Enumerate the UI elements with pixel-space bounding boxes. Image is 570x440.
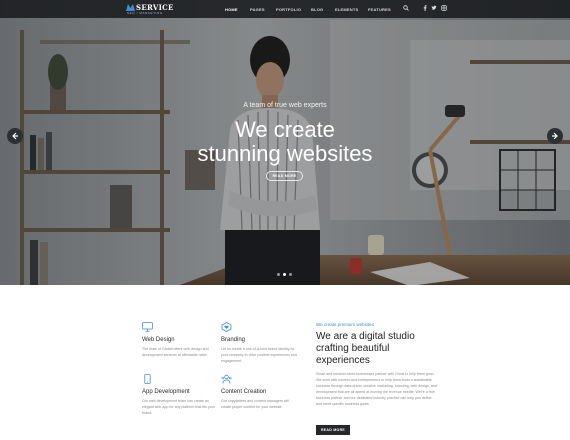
slider-dot-1[interactable] xyxy=(277,273,280,276)
about-eyebrow: We create premium websites xyxy=(316,322,374,327)
facebook-icon[interactable] xyxy=(423,5,427,14)
about-body-text: Small and medium-sized businesses partne… xyxy=(316,372,437,406)
search-icon[interactable] xyxy=(403,5,409,14)
nav-item-features[interactable]: FEATURES xyxy=(368,7,391,12)
slider-dot-2[interactable] xyxy=(283,273,286,276)
hero-eyebrow: A team of true web experts xyxy=(243,102,327,109)
slider-dot-3[interactable] xyxy=(289,273,292,276)
instagram-icon[interactable] xyxy=(441,5,447,14)
feature-description: Our web development team can create an e… xyxy=(142,399,215,415)
nav-item-home[interactable]: HOME xyxy=(225,7,238,12)
feature-content-creation: Content Creation Our copywriters and con… xyxy=(221,374,301,419)
hero-headline: We create stunning websites xyxy=(0,118,570,166)
slider-next-button[interactable] xyxy=(547,128,563,144)
hero-read-more-button[interactable]: READ MORE xyxy=(266,171,303,181)
hero-headline-line-1: We create xyxy=(235,117,335,142)
feature-title: App Development xyxy=(142,389,190,395)
feature-branding: Branding Let us create a one-of-a-kind b… xyxy=(221,322,301,367)
smartphone-icon xyxy=(144,374,151,384)
feature-description: Our copywriters and content managers wil… xyxy=(221,399,289,409)
heart-badge-icon xyxy=(221,322,232,332)
page: SERVICE SEO / MARKETING HOME PAGES PORTF… xyxy=(0,0,570,440)
arrow-left-icon xyxy=(12,132,18,140)
feature-app-development: App Development Our web development team… xyxy=(142,374,222,419)
feature-web-design: Web Design The team of Global offers web… xyxy=(142,322,222,367)
top-navbar: SERVICE SEO / MARKETING HOME PAGES PORTF… xyxy=(0,0,570,18)
feature-title: Content Creation xyxy=(221,389,267,395)
feature-description: The team of Global offers web design and… xyxy=(142,347,209,357)
hero-slider: SERVICE SEO / MARKETING HOME PAGES PORTF… xyxy=(0,0,570,285)
users-icon xyxy=(221,374,232,384)
nav-item-pages[interactable]: PAGES xyxy=(250,7,265,12)
feature-title: Branding xyxy=(221,337,246,343)
about-title: We are a digital studio crafting beautif… xyxy=(316,331,415,366)
about-read-more-button[interactable]: READ MORE xyxy=(316,425,350,435)
twitter-icon[interactable] xyxy=(431,5,437,14)
nav-item-blog[interactable]: BLOG xyxy=(311,7,323,12)
nav-item-portfolio[interactable]: PORTFOLIO xyxy=(276,7,301,12)
monitor-icon xyxy=(142,322,153,332)
feature-description: Let us create a one-of-a-kind brand iden… xyxy=(221,347,297,363)
feature-title: Web Design xyxy=(142,337,175,343)
slider-prev-button[interactable] xyxy=(7,128,23,144)
logo-subtitle: SEO / MARKETING xyxy=(127,11,163,15)
nav-item-elements[interactable]: ELEMENTS xyxy=(335,7,358,12)
hero-headline-line-2: stunning websites xyxy=(197,141,373,166)
arrow-right-icon xyxy=(552,132,558,140)
logo-mark-icon xyxy=(126,4,135,11)
